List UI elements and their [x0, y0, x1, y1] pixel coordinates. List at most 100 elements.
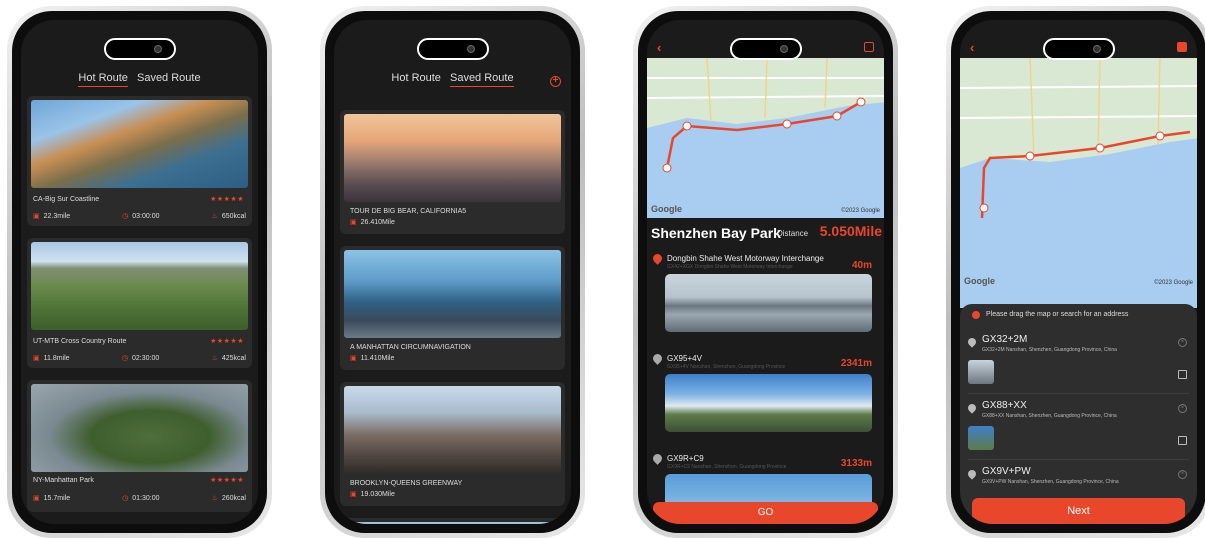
map-graphic: [960, 58, 1197, 308]
waypoint-distance: 3133m: [840, 458, 872, 469]
route-calories: 650kcal: [221, 213, 246, 220]
camera-icon: [153, 45, 162, 53]
distance-icon: ▣: [350, 355, 357, 362]
pin-icon: [966, 468, 978, 480]
flame-icon: ♨: [211, 213, 218, 220]
phone-bezel: Hot Route Saved Route + TOUR DE BIG BEAR…: [325, 11, 580, 533]
waypoint-distance: 40m: [851, 260, 872, 271]
route-calories: 425kcal: [221, 355, 246, 362]
route-distance: 26.410Mile: [360, 219, 395, 226]
saved-route-card[interactable]: BROOKLYN-QUEENS GREENWAY ▣ 19.030Mile: [340, 382, 565, 506]
route-stats: ▣ 11.8mile ◷ 02:30:00 ♨ 425kcal: [33, 354, 246, 362]
route-calories: 260kcal: [221, 495, 246, 502]
phone-bezel: ‹ Google ©2023 Google Shenzhen Bay Park …: [638, 11, 893, 533]
route-tabs: Hot Route Saved Route: [334, 72, 571, 87]
distance-label: Distance: [777, 229, 809, 238]
saved-route-card[interactable]: A MANHATTAN CIRCUMNAVIGATION ▣ 11.410Mile: [340, 246, 565, 370]
total-distance: 5.050Mile: [819, 223, 882, 239]
distance-icon: ▣: [350, 219, 357, 226]
route-image: [344, 522, 561, 524]
waypoint-item[interactable]: GX95+4V GX95+4V Nanshan, Shenzhen, Guang…: [651, 352, 878, 440]
waypoint-address: GX95+4V Nanshan, Shenzhen, Guangdong Pro…: [667, 364, 786, 370]
waypoint-item[interactable]: Dongbin Shahe West Motorway Interchange …: [651, 252, 878, 340]
map-attribution: ©2023 Google: [1154, 280, 1193, 286]
waypoint-photo: [665, 274, 872, 332]
route-time: 03:00:00: [132, 213, 160, 220]
rating-stars: ★★★★★: [210, 477, 244, 484]
clock-icon: ◷: [122, 495, 129, 502]
waypoint-address: GX42+XGX Dongbin Shahe West Motorway Int…: [667, 264, 793, 270]
pin-icon: [966, 402, 978, 414]
route-distance: 22.3mile: [43, 213, 71, 220]
next-button[interactable]: Next: [972, 498, 1185, 524]
tab-hot-route[interactable]: Hot Route: [78, 72, 128, 87]
route-map[interactable]: Google ©2023 Google: [960, 58, 1197, 308]
route-card[interactable]: NY-Manhattan Park ★★★★★ ▣ 15.7mile ◷ 01:30…: [27, 380, 252, 512]
edit-icon[interactable]: [864, 42, 874, 52]
phone-bezel: ‹ Google ©2023 Google Please drag the ma…: [951, 11, 1205, 533]
flame-icon: ♨: [211, 355, 218, 362]
address-thumbnail: [968, 360, 994, 384]
camera-icon: [466, 45, 475, 53]
phone-saved-route: Hot Route Saved Route + TOUR DE BIG BEAR…: [320, 6, 585, 538]
map-graphic: [647, 58, 884, 218]
tab-saved-route[interactable]: Saved Route: [449, 72, 514, 87]
address-item[interactable]: GX32+2M GX32+2M Nanshan, Shenzhen, Guang…: [966, 334, 1189, 394]
map-logo: Google: [964, 276, 995, 286]
address-detail: GX32+2M Nanshan, Shenzhen, Guangdong Pro…: [982, 347, 1117, 353]
route-image: [344, 250, 561, 338]
hint-text: Please drag the map or search for an add…: [986, 311, 1129, 318]
route-title: BROOKLYN-QUEENS GREENWAY: [350, 480, 463, 487]
add-route-icon[interactable]: +: [550, 76, 561, 87]
waypoint-distance: 2341m: [840, 358, 872, 369]
route-card[interactable]: CA-Big Sur Coastline ★★★★★ ▣ 22.3mile ◷ 03…: [27, 96, 252, 226]
route-card[interactable]: UT-MTB Cross Country Route ★★★★★ ▣ 11.8mi…: [27, 238, 252, 368]
back-arrow-icon[interactable]: ‹: [657, 40, 661, 55]
go-button[interactable]: GO: [653, 502, 878, 524]
screen-address-picker: ‹ Google ©2023 Google Please drag the ma…: [960, 20, 1197, 524]
address-panel: Please drag the map or search for an add…: [960, 304, 1197, 524]
address-item[interactable]: GX88+XX GX88+XX Nanshan, Shenzhen, Guang…: [966, 400, 1189, 460]
tab-hot-route[interactable]: Hot Route: [391, 72, 441, 86]
clock-icon: ◷: [122, 213, 129, 220]
route-distance-row: ▣ 11.410Mile: [350, 354, 394, 362]
remove-icon[interactable]: ×: [1178, 404, 1187, 413]
edit-icon[interactable]: [1178, 436, 1187, 445]
waypoint-name: Dongbin Shahe West Motorway Interchange: [667, 254, 824, 263]
route-map[interactable]: Google ©2023 Google: [647, 58, 884, 218]
route-name: UT-MTB Cross Country Route: [33, 338, 127, 345]
remove-icon[interactable]: ×: [1178, 338, 1187, 347]
pin-icon: [651, 252, 664, 265]
distance-icon: ▣: [33, 355, 40, 362]
route-stats: ▣ 15.7mile ◷ 01:30:00 ♨ 260kcal: [33, 494, 246, 502]
address-detail: GX88+XX Nanshan, Shenzhen, Guangdong Pro…: [982, 413, 1117, 419]
location-icon[interactable]: [1177, 42, 1187, 52]
route-name: NY-Manhattan Park: [33, 477, 94, 484]
edit-icon[interactable]: [1178, 370, 1187, 379]
map-attribution: ©2023 Google: [841, 208, 880, 214]
phone-route-detail: ‹ Google ©2023 Google Shenzhen Bay Park …: [633, 6, 898, 538]
address-item[interactable]: GX9V+PW GX9V+PW Nanshan, Shenzhen, Guang…: [966, 466, 1189, 496]
pin-icon: [651, 352, 664, 365]
remove-icon[interactable]: ×: [1178, 470, 1187, 479]
dynamic-island: [1042, 38, 1115, 60]
camera-icon: [1092, 45, 1101, 53]
phone-address-picker: ‹ Google ©2023 Google Please drag the ma…: [946, 6, 1205, 538]
route-tabs: Hot Route Saved Route: [21, 72, 258, 87]
camera-icon: [779, 45, 788, 53]
saved-route-card[interactable]: [340, 518, 565, 524]
saved-route-card[interactable]: TOUR DE BIG BEAR, CALIFORNIA5 ▣ 26.410Mil…: [340, 110, 565, 234]
route-image: [344, 114, 561, 202]
pin-icon: [966, 336, 978, 348]
route-distance-row: ▣ 26.410Mile: [350, 218, 395, 226]
route-distance: 19.030Mile: [360, 491, 395, 498]
address-thumbnail: [968, 426, 994, 450]
route-title: A MANHATTAN CIRCUMNAVIGATION: [350, 344, 471, 351]
route-image: [344, 386, 561, 474]
dynamic-island: [103, 38, 176, 60]
route-distance: 11.8mile: [43, 355, 70, 362]
tab-saved-route[interactable]: Saved Route: [137, 72, 201, 86]
route-time: 02:30:00: [132, 355, 160, 362]
dynamic-island: [416, 38, 489, 60]
back-arrow-icon[interactable]: ‹: [970, 40, 974, 55]
